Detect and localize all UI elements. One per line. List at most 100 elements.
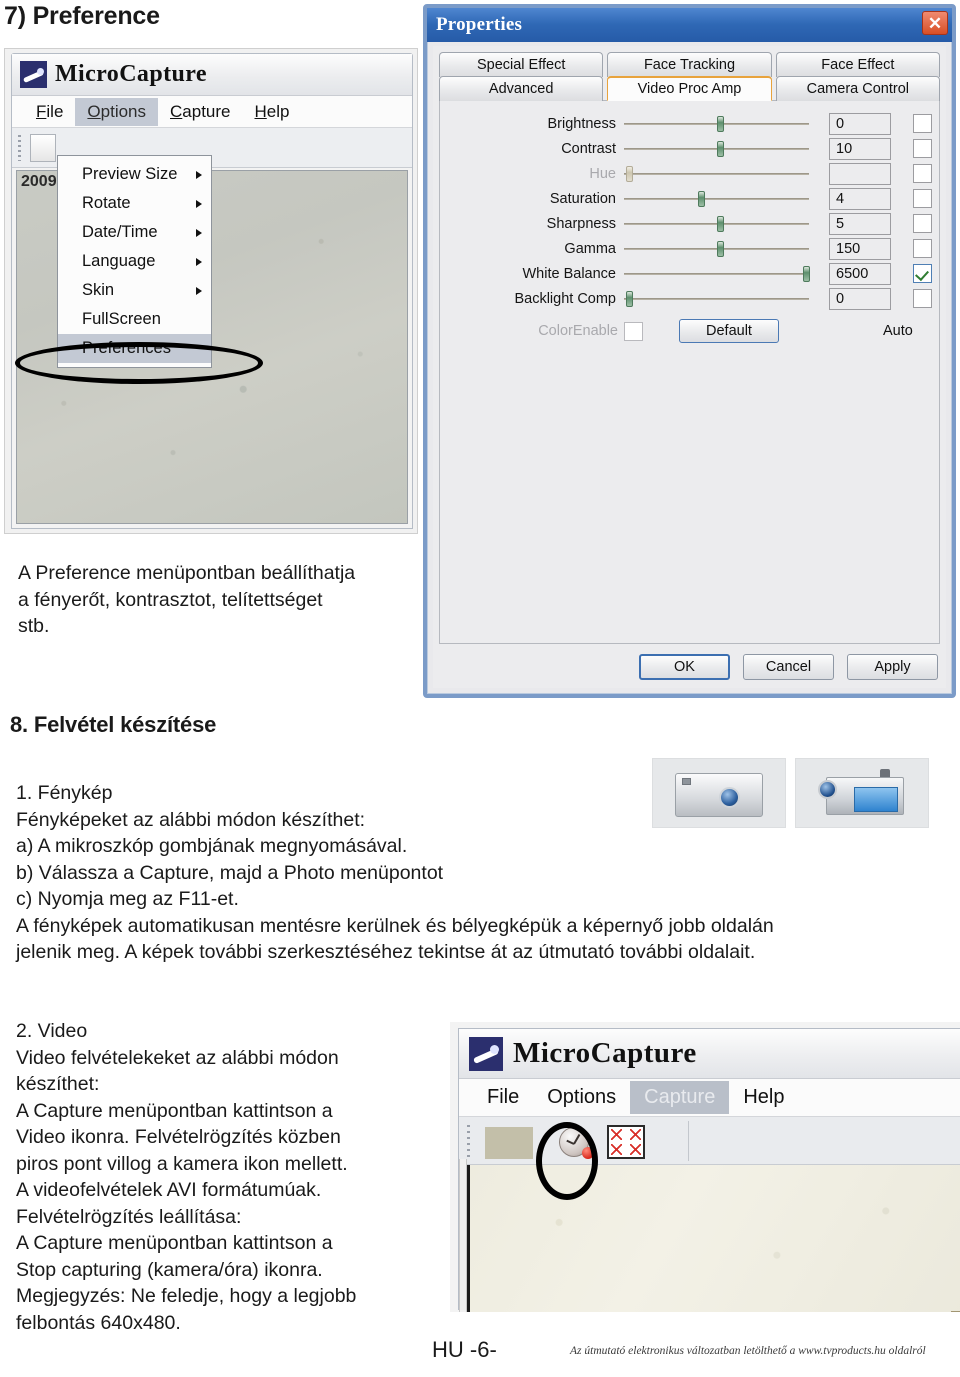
slider-brightness[interactable]: [624, 114, 809, 134]
microcapture-app-icon-2: [469, 1036, 503, 1071]
label-white-balance: White Balance: [522, 265, 617, 282]
camera-photo-thumbnail: [652, 758, 786, 828]
options-item-fullscreen[interactable]: FullScreen: [58, 305, 211, 334]
apply-button[interactable]: Apply: [847, 654, 938, 680]
camcorder-video-thumbnail: [795, 758, 929, 828]
slider-thumb[interactable]: [716, 240, 724, 257]
fullscreen-corner-bl: [611, 1144, 622, 1155]
value-backlight-comp[interactable]: 0: [829, 287, 891, 310]
slider-thumb[interactable]: [625, 290, 633, 307]
menu-item-capture-2[interactable]: Capture: [630, 1081, 730, 1114]
value-sharpness[interactable]: 5: [829, 212, 891, 235]
auto-checkbox-contrast[interactable]: [913, 139, 932, 158]
auto-checkbox-gamma[interactable]: [913, 239, 932, 258]
tab-advanced[interactable]: Advanced: [439, 76, 604, 101]
control-row-saturation: Saturation 4: [440, 186, 939, 211]
toolbar-grip-handle[interactable]: [18, 135, 21, 161]
close-icon[interactable]: ✕: [922, 11, 948, 35]
slider-thumb: [625, 165, 633, 182]
slider-contrast[interactable]: [624, 139, 809, 159]
label-backlight-comp: Backlight Comp: [514, 290, 616, 307]
camcorder-lens-icon: [818, 780, 837, 799]
options-dropdown-menu[interactable]: Preview Size Rotate Date/Time Language S…: [57, 155, 212, 368]
properties-tab-row-top: Special Effect Face Tracking Face Effect: [439, 52, 940, 77]
auto-checkbox-white-balance[interactable]: [913, 264, 932, 283]
value-saturation[interactable]: 4: [829, 187, 891, 210]
tab-video-proc-amp[interactable]: Video Proc Amp: [607, 76, 772, 101]
slider-thumb[interactable]: [803, 265, 811, 282]
microcapture-title-text: MicroCapture: [55, 61, 207, 87]
label-contrast: Contrast: [561, 140, 616, 157]
auto-checkbox-hue: [913, 164, 932, 183]
value-contrast[interactable]: 10: [829, 137, 891, 160]
slider-saturation[interactable]: [624, 189, 809, 209]
value-white-balance[interactable]: 6500: [829, 262, 891, 285]
screenshot-microcapture-options: MicroCapture File Options Capture Help 2…: [4, 48, 418, 534]
submenu-arrow-icon: [196, 286, 202, 295]
annotation-ellipse-clock-icon: [536, 1122, 598, 1200]
toolbar-grip-handle-2[interactable]: [467, 1125, 470, 1157]
menu-item-file[interactable]: File: [24, 98, 75, 126]
slider-thumb[interactable]: [698, 190, 705, 207]
panel-bottom-row: ColorEnable Default Auto: [440, 316, 939, 346]
options-item-skin[interactable]: Skin: [58, 276, 211, 305]
control-row-backlight-comp: Backlight Comp 0: [440, 286, 939, 311]
label-sharpness: Sharpness: [546, 215, 616, 232]
menu-item-file-2[interactable]: File: [473, 1081, 533, 1114]
fullscreen-icon[interactable]: [607, 1125, 645, 1159]
ok-button[interactable]: OK: [639, 654, 730, 680]
tab-face-effect[interactable]: Face Effect: [775, 52, 940, 77]
auto-checkbox-backlight-comp[interactable]: [913, 289, 932, 308]
options-item-rotate[interactable]: Rotate: [58, 189, 211, 218]
auto-column-header: Auto: [883, 323, 913, 339]
menu-item-capture[interactable]: Capture: [158, 98, 242, 126]
slider-thumb[interactable]: [716, 115, 724, 132]
toolbar-photo-button-2[interactable]: [485, 1127, 533, 1159]
slider-white-balance[interactable]: [624, 264, 811, 284]
tab-special-effect[interactable]: Special Effect: [439, 52, 604, 77]
auto-checkbox-brightness[interactable]: [913, 114, 932, 133]
camera-flash-icon: [682, 778, 691, 785]
options-item-date-time[interactable]: Date/Time: [58, 218, 211, 247]
slider-backlight-comp[interactable]: [624, 289, 809, 309]
options-item-language[interactable]: Language: [58, 247, 211, 276]
microscope-preview-image-2: [467, 1165, 960, 1312]
default-button[interactable]: Default: [679, 319, 779, 343]
options-item-preview-size[interactable]: Preview Size: [58, 160, 211, 189]
microcapture-toolbar-2: [459, 1117, 960, 1165]
tab-camera-control[interactable]: Camera Control: [775, 76, 940, 101]
slider-hue: [624, 164, 809, 184]
cancel-button[interactable]: Cancel: [743, 654, 834, 680]
section-heading-felvetel: 8. Felvétel készítése: [10, 712, 217, 737]
auto-checkbox-saturation[interactable]: [913, 189, 932, 208]
video-proc-amp-panel: Brightness 0 Contrast 10 Hue Saturation …: [439, 100, 940, 644]
page-title-preference: 7) Preference: [4, 2, 160, 30]
footer-note: Az útmutató elektronikus változatban let…: [570, 1345, 926, 1357]
menu-item-help-2[interactable]: Help: [729, 1081, 798, 1114]
menu-item-options-2[interactable]: Options: [533, 1081, 630, 1114]
slider-thumb[interactable]: [716, 140, 724, 157]
value-brightness[interactable]: 0: [829, 112, 891, 135]
toolbar-photo-button[interactable]: [30, 134, 56, 162]
menu-item-options[interactable]: Options: [75, 97, 159, 126]
control-row-white-balance: White Balance 6500: [440, 261, 939, 286]
slider-sharpness[interactable]: [624, 214, 809, 234]
submenu-arrow-icon: [196, 170, 202, 179]
label-gamma: Gamma: [564, 240, 616, 257]
submenu-arrow-icon: [196, 257, 202, 266]
control-row-hue: Hue: [440, 161, 939, 186]
slider-thumb[interactable]: [716, 215, 724, 232]
annotation-ellipse-preferences: [15, 342, 263, 384]
auto-checkbox-sharpness[interactable]: [913, 214, 932, 233]
preview-timestamp-overlay: 2009: [21, 173, 57, 190]
video-instructions-text: 2. Video Video felvételekeket az alábbi …: [16, 1020, 357, 1334]
options-item-skin-label: Skin: [82, 281, 115, 299]
submenu-arrow-icon: [196, 199, 202, 208]
tab-face-tracking[interactable]: Face Tracking: [607, 52, 772, 77]
menu-item-help[interactable]: Help: [243, 98, 302, 126]
value-gamma[interactable]: 150: [829, 237, 891, 260]
slider-gamma[interactable]: [624, 239, 809, 259]
microcapture-title-text-2: MicroCapture: [513, 1037, 697, 1069]
microcapture-menubar: File Options Capture Help: [12, 96, 412, 128]
control-row-contrast: Contrast 10: [440, 136, 939, 161]
